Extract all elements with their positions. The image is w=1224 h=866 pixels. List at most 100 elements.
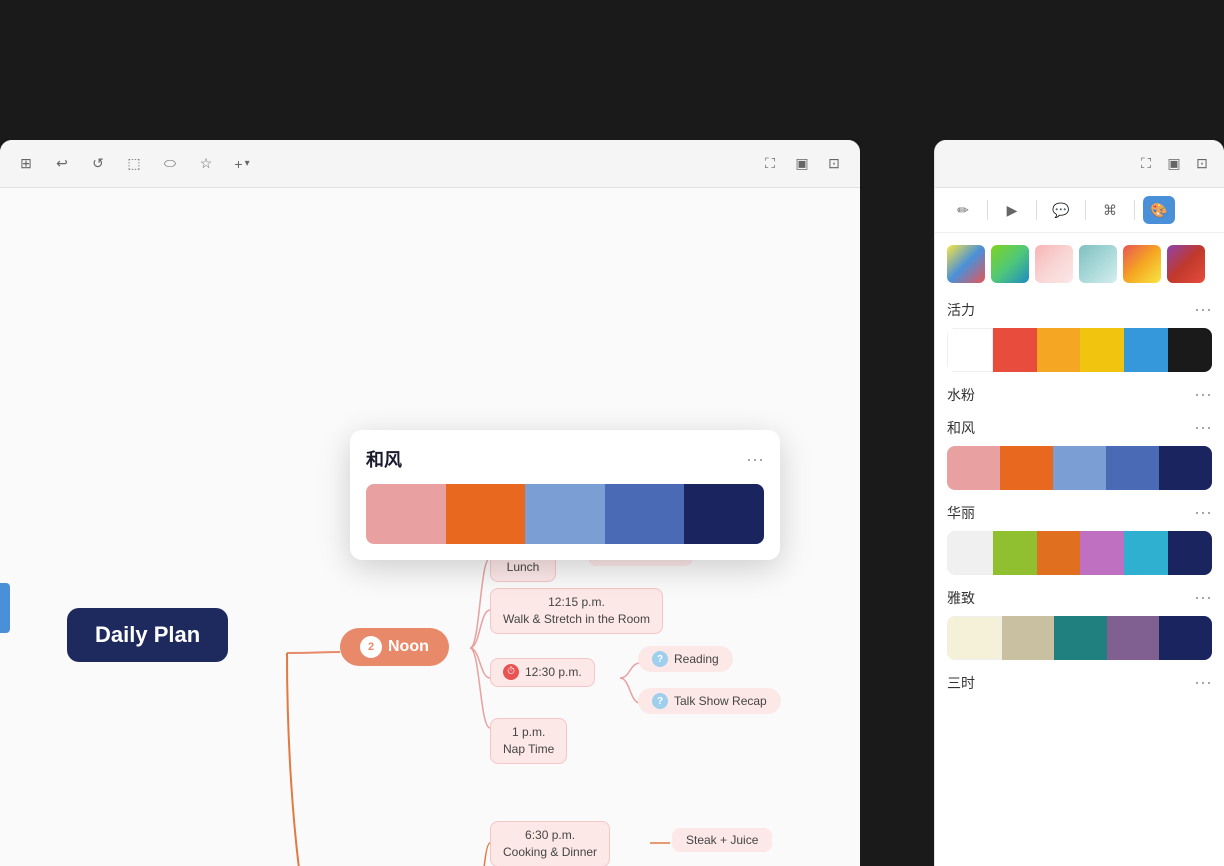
tab-separator-2	[1036, 200, 1037, 220]
color-navy-yazhi[interactable]	[1159, 616, 1212, 660]
color-lightblue[interactable]	[1053, 446, 1106, 490]
panel-close-icon[interactable]: ⊡	[1192, 154, 1212, 174]
theme-title-huali: 华丽	[947, 503, 975, 523]
color-orange[interactable]	[1037, 328, 1081, 372]
theme-header-sanshi: 三时 ···	[947, 672, 1212, 693]
noon-node[interactable]: 2 Noon	[340, 628, 449, 666]
theme-more-huali[interactable]: ···	[1194, 502, 1212, 523]
noon-badge: 2	[360, 636, 382, 658]
time-label-nap: 1 p.m.	[503, 724, 554, 741]
swatch-6[interactable]	[1167, 245, 1205, 283]
panel-toolbar: ⛶ ▣ ⊡	[935, 140, 1224, 188]
color-navy-huali[interactable]	[1168, 531, 1212, 575]
color-red[interactable]	[993, 328, 1037, 372]
time-label-cooking: 6:30 p.m.	[503, 827, 597, 844]
root-node[interactable]: Daily Plan	[67, 608, 228, 662]
tab-shortcut[interactable]: ⌘	[1094, 196, 1126, 224]
color-darkblue[interactable]	[1159, 446, 1212, 490]
theme-colors-huali[interactable]	[947, 531, 1212, 575]
theme-colors-yazhi[interactable]	[947, 616, 1212, 660]
swatch-3[interactable]	[1035, 245, 1073, 283]
color-cream[interactable]	[947, 616, 1002, 660]
time-node-walk[interactable]: 12:15 p.m. Walk & Stretch in the Room	[490, 588, 663, 634]
panel-toggle-icon[interactable]: ⊡	[824, 154, 844, 174]
tab-separator-3	[1085, 200, 1086, 220]
theme-more-shuifen[interactable]: ···	[1194, 384, 1212, 405]
popup-more-btn[interactable]: ···	[746, 449, 764, 470]
theme-header-yazhi: 雅致 ···	[947, 587, 1212, 608]
color-blue[interactable]	[1124, 328, 1168, 372]
color-teal[interactable]	[1054, 616, 1107, 660]
grid-icon[interactable]: ⊞	[16, 154, 36, 174]
theme-more-sanshi[interactable]: ···	[1194, 672, 1212, 693]
theme-header-shuifen: 水粉 ···	[947, 384, 1212, 405]
color-medblue[interactable]	[1106, 446, 1159, 490]
question-icon-2: ?	[652, 693, 668, 709]
fullscreen-icon[interactable]: ⛶	[760, 154, 780, 174]
talk-show-node[interactable]: ? Talk Show Recap	[638, 688, 781, 714]
swatch-4[interactable]	[1079, 245, 1117, 283]
undo-icon[interactable]: ↺	[88, 154, 108, 174]
theme-title-huoli: 活力	[947, 300, 975, 320]
popup-title: 和风	[366, 446, 402, 472]
time-node-1230[interactable]: ⏱ 12:30 p.m.	[490, 658, 595, 687]
star-icon[interactable]: ☆	[196, 154, 216, 174]
color-purple-huali[interactable]	[1080, 531, 1124, 575]
color-yellow[interactable]	[1080, 328, 1124, 372]
panel-tabs: ✏ ▶ 💬 ⌘ 🎨	[935, 188, 1224, 233]
time-label-walk: 12:15 p.m.	[503, 594, 650, 611]
reading-label: Reading	[674, 652, 719, 666]
tab-style[interactable]: ✏	[947, 196, 979, 224]
swatch-5[interactable]	[1123, 245, 1161, 283]
time-node-cooking[interactable]: 6:30 p.m. Cooking & Dinner	[490, 821, 610, 866]
present-icon[interactable]: ▣	[792, 154, 812, 174]
color-white[interactable]	[947, 328, 993, 372]
arrow-back-icon[interactable]: ↩	[52, 154, 72, 174]
color-orange-hefeng[interactable]	[1000, 446, 1053, 490]
popup-color-pink[interactable]	[366, 484, 446, 544]
popup-header: 和风 ···	[366, 446, 764, 472]
color-pink[interactable]	[947, 446, 1000, 490]
swatches-row	[947, 245, 1212, 283]
popup-color-navy[interactable]	[684, 484, 764, 544]
popup-color-lightblue[interactable]	[525, 484, 605, 544]
theme-colors-huoli[interactable]	[947, 328, 1212, 372]
theme-section-sanshi: 三时 ···	[947, 672, 1212, 693]
panel-fullscreen-icon[interactable]: ⛶	[1136, 154, 1156, 174]
steak-label: Steak + Juice	[686, 833, 758, 847]
steak-node[interactable]: Steak + Juice	[672, 828, 772, 852]
tab-note[interactable]: 💬	[1045, 196, 1077, 224]
popup-color-orange[interactable]	[446, 484, 526, 544]
activity-label-walk: Walk & Stretch in the Room	[503, 611, 650, 628]
theme-title-hefeng: 和风	[947, 418, 975, 438]
theme-header-huali: 华丽 ···	[947, 502, 1212, 523]
swatch-1[interactable]	[947, 245, 985, 283]
swatch-2[interactable]	[991, 245, 1029, 283]
tab-separator-4	[1134, 200, 1135, 220]
color-tan[interactable]	[1002, 616, 1055, 660]
time-node-nap[interactable]: 1 p.m. Nap Time	[490, 718, 567, 764]
theme-more-hefeng[interactable]: ···	[1194, 417, 1212, 438]
side-panel: ⛶ ▣ ⊡ ✏ ▶ 💬 ⌘ 🎨 活力 ···	[934, 140, 1224, 866]
panel-content: 活力 ··· 水粉 ··· 和风 ···	[935, 233, 1224, 866]
color-mauve[interactable]	[1107, 616, 1160, 660]
theme-colors-hefeng[interactable]	[947, 446, 1212, 490]
color-black[interactable]	[1168, 328, 1212, 372]
add-menu-button[interactable]: + ▾	[232, 154, 252, 174]
color-orange-huali[interactable]	[1037, 531, 1081, 575]
tab-present[interactable]: ▶	[996, 196, 1028, 224]
theme-more-yazhi[interactable]: ···	[1194, 587, 1212, 608]
panel-present-icon[interactable]: ▣	[1164, 154, 1184, 174]
tab-theme[interactable]: 🎨	[1143, 196, 1175, 224]
color-light[interactable]	[947, 531, 993, 575]
hefeng-popup: 和风 ···	[350, 430, 780, 560]
color-cyan-huali[interactable]	[1124, 531, 1168, 575]
shape-icon[interactable]: ⬭	[160, 154, 180, 174]
color-green-huali[interactable]	[993, 531, 1037, 575]
reading-node[interactable]: ? Reading	[638, 646, 733, 672]
theme-more-huoli[interactable]: ···	[1194, 299, 1212, 320]
talk-show-label: Talk Show Recap	[674, 694, 767, 708]
popup-color-blue[interactable]	[605, 484, 685, 544]
popup-colors[interactable]	[366, 484, 764, 544]
frame-icon[interactable]: ⬚	[124, 154, 144, 174]
